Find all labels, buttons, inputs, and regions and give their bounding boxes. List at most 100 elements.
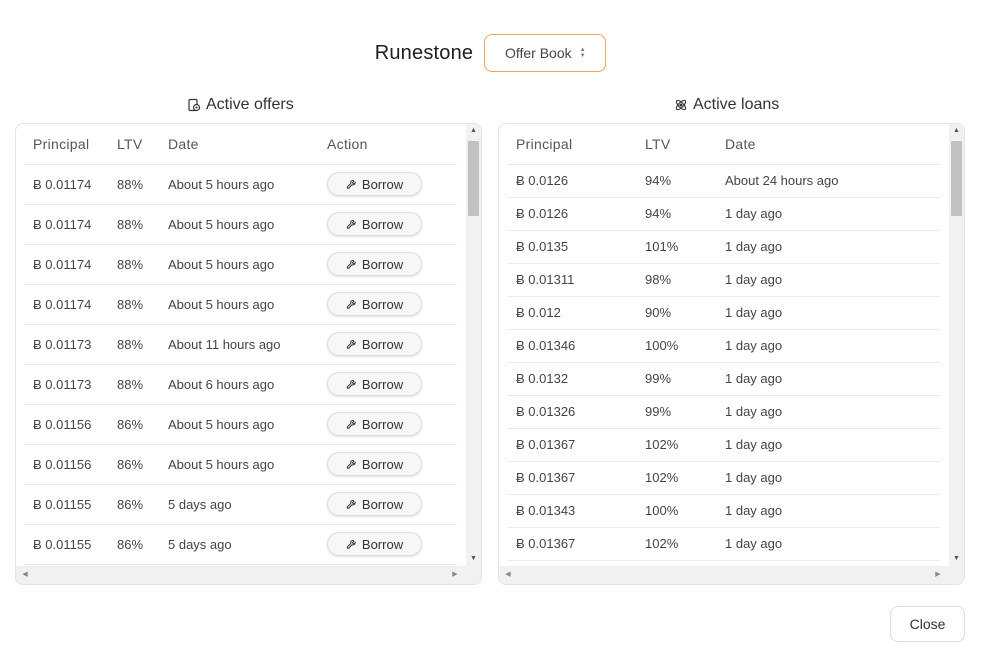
wrench-icon — [346, 219, 357, 230]
borrow-label: Borrow — [361, 416, 404, 432]
offer-action-cell: Borrow — [327, 404, 457, 445]
scroll-down-icon[interactable]: ▼ — [949, 552, 964, 566]
col-ltv: LTV — [645, 124, 725, 165]
borrow-label: Borrow — [361, 336, 404, 352]
borrow-button[interactable]: Borrow — [327, 172, 422, 196]
view-select[interactable]: Offer Book ▲ ▼ — [484, 34, 607, 72]
borrow-button[interactable]: Borrow — [327, 332, 422, 356]
offer-date: 5 days ago — [168, 484, 327, 525]
loan-ltv: 100% — [645, 329, 725, 363]
loan-date: 1 day ago — [725, 461, 940, 495]
borrow-button[interactable]: Borrow — [327, 252, 422, 276]
loans-horizontal-scrollbar[interactable]: ◀ ▶ — [499, 566, 949, 584]
offer-action-cell: Borrow — [327, 324, 457, 365]
borrow-button[interactable]: Borrow — [327, 292, 422, 316]
offer-row: Ƀ 0.01174 88% About 5 hours ago Borrow — [24, 204, 457, 245]
offer-action-cell: Borrow — [327, 524, 457, 565]
loan-principal: Ƀ 0.012 — [507, 296, 645, 330]
scrollbar-corner — [466, 566, 481, 584]
loans-table: Principal LTV Date Ƀ 0.0126 94% About 24 h… — [507, 124, 940, 561]
borrow-button[interactable]: Borrow — [327, 412, 422, 436]
offer-principal: Ƀ 0.01174 — [24, 284, 117, 325]
scroll-right-icon[interactable]: ▶ — [931, 566, 945, 584]
col-principal: Principal — [507, 124, 645, 165]
offer-ltv: 88% — [117, 284, 168, 325]
offer-principal: Ƀ 0.01174 — [24, 164, 117, 205]
col-action: Action — [327, 124, 457, 165]
wrench-icon — [346, 539, 357, 550]
loan-principal: Ƀ 0.0126 — [507, 197, 645, 231]
borrow-label: Borrow — [361, 376, 404, 392]
offer-ltv: 86% — [117, 404, 168, 445]
offer-action-cell: Borrow — [327, 444, 457, 485]
scroll-left-icon[interactable]: ◀ — [501, 566, 515, 584]
offers-vertical-scrollbar[interactable]: ▲ ▼ — [466, 124, 481, 566]
offers-horizontal-scrollbar[interactable]: ◀ ▶ — [16, 566, 466, 584]
loans-scroll-thumb[interactable] — [951, 141, 962, 216]
loan-ltv: 101% — [645, 230, 725, 264]
borrow-button[interactable]: Borrow — [327, 452, 422, 476]
offer-principal: Ƀ 0.01174 — [24, 204, 117, 245]
offers-header-row: Principal LTV Date Action — [24, 124, 457, 165]
offer-row: Ƀ 0.01156 86% About 5 hours ago Borrow — [24, 444, 457, 485]
loan-ltv: 102% — [645, 527, 725, 561]
scroll-up-icon[interactable]: ▲ — [949, 124, 964, 138]
offer-row: Ƀ 0.01156 86% About 5 hours ago Borrow — [24, 404, 457, 445]
offer-row: Ƀ 0.01155 86% 5 days ago Borrow — [24, 524, 457, 565]
offer-date: About 11 hours ago — [168, 324, 327, 365]
borrow-button[interactable]: Borrow — [327, 492, 422, 516]
borrow-button[interactable]: Borrow — [327, 212, 422, 236]
borrow-label: Borrow — [361, 536, 404, 552]
loan-row: Ƀ 0.01346 100% 1 day ago — [507, 329, 940, 363]
scroll-up-icon[interactable]: ▲ — [466, 124, 481, 138]
offer-ltv: 86% — [117, 484, 168, 525]
offers-title-label: Active offers — [206, 96, 294, 113]
col-date: Date — [168, 124, 327, 165]
offer-ltv: 88% — [117, 364, 168, 405]
loan-principal: Ƀ 0.01367 — [507, 428, 645, 462]
offer-ltv: 88% — [117, 324, 168, 365]
loan-principal: Ƀ 0.01367 — [507, 527, 645, 561]
loan-date: 1 day ago — [725, 527, 940, 561]
loan-row: Ƀ 0.01367 102% 1 day ago — [507, 428, 940, 462]
offer-principal: Ƀ 0.01173 — [24, 324, 117, 365]
offer-date: About 5 hours ago — [168, 404, 327, 445]
scroll-left-icon[interactable]: ◀ — [18, 566, 32, 584]
borrow-label: Borrow — [361, 456, 404, 472]
offer-principal: Ƀ 0.01156 — [24, 404, 117, 445]
offer-ltv: 86% — [117, 524, 168, 565]
close-button[interactable]: Close — [890, 606, 965, 642]
loans-panel: Principal LTV Date Ƀ 0.0126 94% About 24 h… — [498, 123, 965, 585]
loans-vertical-scrollbar[interactable]: ▲ ▼ — [949, 124, 964, 566]
offer-date: About 5 hours ago — [168, 444, 327, 485]
wrench-icon — [346, 179, 357, 190]
borrow-label: Borrow — [361, 496, 404, 512]
offer-icon — [188, 98, 201, 112]
view-select-value: Offer Book — [504, 45, 572, 61]
loan-principal: Ƀ 0.0135 — [507, 230, 645, 264]
loan-date: 1 day ago — [725, 263, 940, 297]
borrow-button[interactable]: Borrow — [327, 372, 422, 396]
chevron-updown-icon: ▲ ▼ — [579, 47, 586, 59]
offer-row: Ƀ 0.01174 88% About 5 hours ago Borrow — [24, 284, 457, 325]
loan-principal: Ƀ 0.01311 — [507, 263, 645, 297]
loan-ltv: 102% — [645, 461, 725, 495]
loan-ltv: 94% — [645, 197, 725, 231]
scroll-down-icon[interactable]: ▼ — [466, 552, 481, 566]
offers-scroll-thumb[interactable] — [468, 141, 479, 216]
col-principal: Principal — [24, 124, 117, 165]
scroll-right-icon[interactable]: ▶ — [448, 566, 462, 584]
offers-table: Principal LTV Date Action Ƀ 0.01174 88% Ab… — [24, 124, 457, 565]
loan-date: 1 day ago — [725, 230, 940, 264]
borrow-label: Borrow — [361, 176, 404, 192]
offers-panel: Principal LTV Date Action Ƀ 0.01174 88% Ab… — [15, 123, 482, 585]
borrow-button[interactable]: Borrow — [327, 532, 422, 556]
loan-ltv: 94% — [645, 164, 725, 198]
offers-table-viewport: Principal LTV Date Action Ƀ 0.01174 88% Ab… — [24, 124, 464, 566]
loan-row: Ƀ 0.01367 102% 1 day ago — [507, 527, 940, 561]
wrench-icon — [346, 459, 357, 470]
scrollbar-corner — [949, 566, 964, 584]
offers-title: Active offers — [187, 96, 294, 114]
offer-principal: Ƀ 0.01155 — [24, 484, 117, 525]
loan-date: 1 day ago — [725, 362, 940, 396]
